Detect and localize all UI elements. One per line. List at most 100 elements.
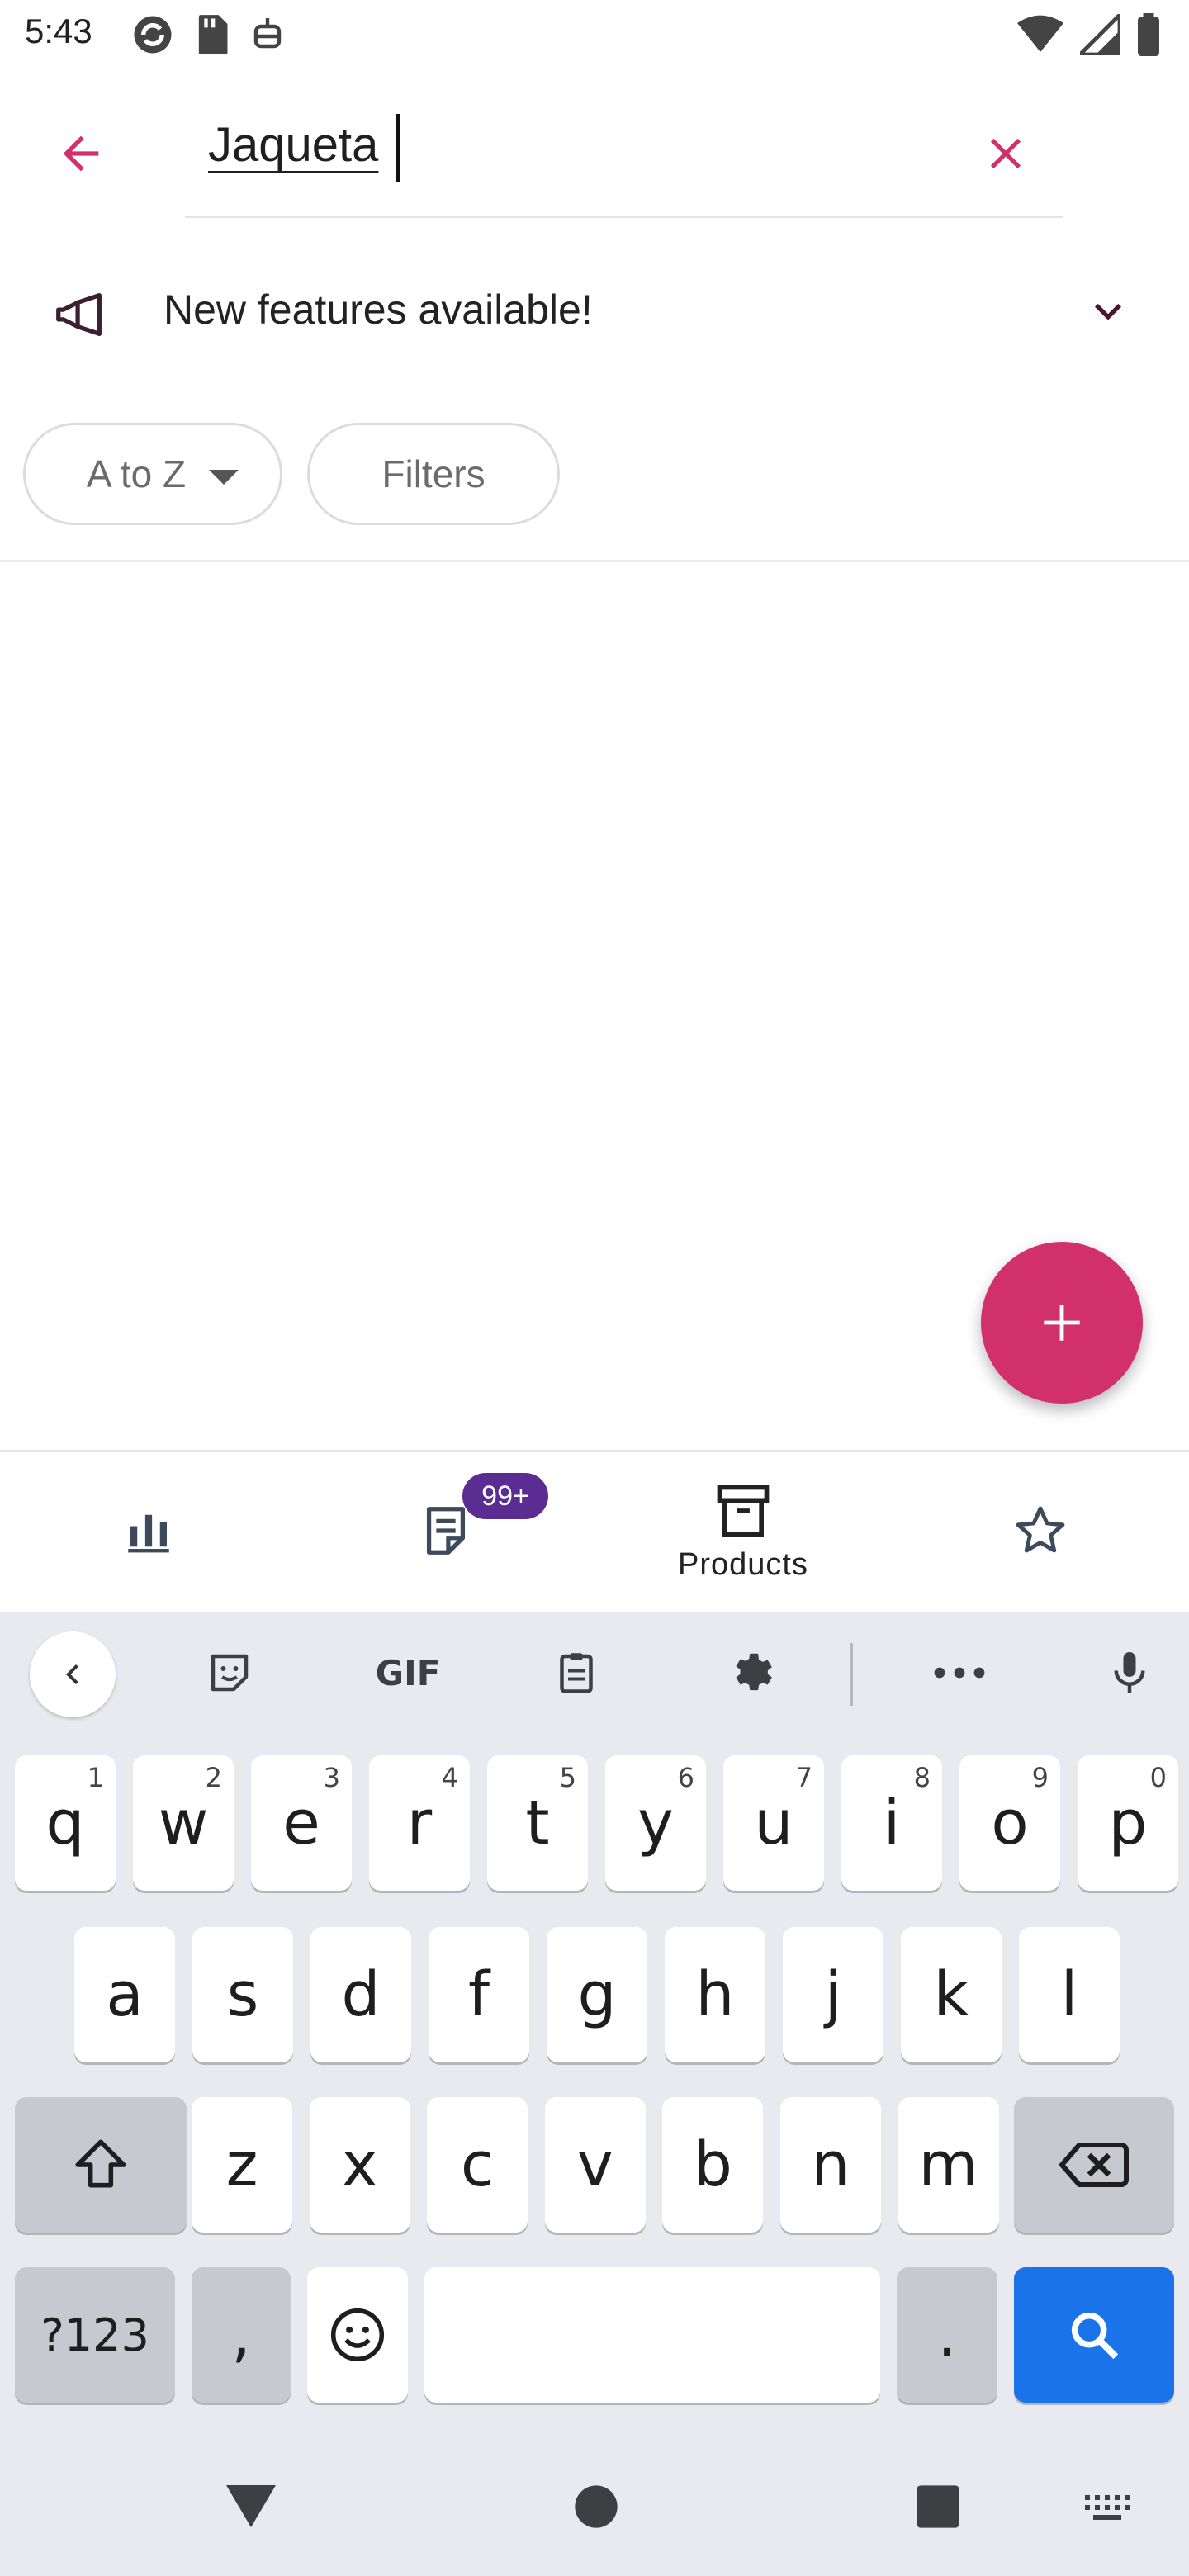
system-recents-button[interactable] — [915, 2484, 961, 2534]
emoji-key[interactable] — [307, 2267, 408, 2403]
key-t[interactable]: t5 — [487, 1755, 588, 1891]
expand-banner-button[interactable] — [1082, 285, 1135, 338]
nav-item-favorites[interactable] — [892, 1450, 1189, 1612]
key-label: l — [1060, 1959, 1078, 2030]
key-w[interactable]: w2 — [133, 1755, 234, 1891]
key-x[interactable]: x — [309, 2097, 410, 2233]
add-product-button[interactable] — [981, 1242, 1143, 1404]
keyboard-switcher-button[interactable] — [1083, 2493, 1133, 2527]
more-horizontal-icon — [934, 1667, 985, 1679]
key-e[interactable]: e3 — [251, 1755, 352, 1891]
key-label: x — [341, 2129, 378, 2200]
key-k[interactable]: k — [901, 1927, 1002, 2062]
keyboard-settings-button[interactable] — [708, 1631, 791, 1714]
key-y[interactable]: y6 — [605, 1755, 706, 1891]
sticker-icon — [211, 1654, 249, 1692]
text-cursor — [396, 114, 400, 182]
key-label: a — [106, 1959, 144, 2030]
filters-chip[interactable]: Filters — [307, 423, 560, 525]
comma-key[interactable]: , — [192, 2267, 291, 2403]
key-label: v — [576, 2129, 613, 2200]
key-z[interactable]: z — [192, 2097, 292, 2233]
key-q[interactable]: q1 — [15, 1755, 116, 1891]
key-f[interactable]: f — [429, 1927, 529, 2062]
search-input[interactable]: Jaqueta — [208, 117, 378, 173]
space-key[interactable] — [424, 2267, 880, 2403]
nav-item-products[interactable]: Products — [594, 1450, 892, 1612]
battery-icon — [1138, 13, 1159, 56]
key-c[interactable]: c — [427, 2097, 528, 2233]
period-key[interactable]: . — [897, 2267, 997, 2403]
key-label: y — [637, 1788, 674, 1859]
filters-chip-label: Filters — [381, 452, 486, 495]
key-label: w — [158, 1788, 209, 1859]
clipboard-icon — [560, 1653, 593, 1693]
key-label: f — [467, 1959, 490, 2030]
home-circle-icon — [575, 2485, 618, 2528]
key-hint: 4 — [441, 1762, 458, 1793]
key-label: k — [933, 1959, 969, 2030]
key-i[interactable]: i8 — [841, 1755, 942, 1891]
divider — [0, 560, 1189, 562]
archive-box-icon — [717, 1485, 770, 1537]
key-u[interactable]: u7 — [723, 1755, 824, 1891]
orders-icon — [426, 1507, 466, 1555]
sticker-button[interactable] — [188, 1631, 271, 1714]
shift-icon — [75, 2139, 126, 2188]
clipboard-button[interactable] — [535, 1631, 618, 1714]
key-m[interactable]: m — [898, 2097, 999, 2233]
shift-key[interactable] — [15, 2097, 187, 2233]
key-g[interactable]: g — [547, 1927, 647, 2062]
key-a[interactable]: a — [74, 1927, 175, 2062]
key-r[interactable]: r4 — [369, 1755, 470, 1891]
keyboard-icon — [1085, 2495, 1130, 2520]
search-key[interactable] — [1014, 2267, 1174, 2403]
key-n[interactable]: n — [780, 2097, 881, 2233]
key-l[interactable]: l — [1019, 1927, 1120, 2062]
key-o[interactable]: o9 — [959, 1755, 1060, 1891]
key-b[interactable]: b — [662, 2097, 764, 2233]
voice-input-button[interactable] — [1088, 1631, 1171, 1714]
key-label: h — [695, 1959, 735, 2030]
megaphone-icon — [51, 286, 109, 343]
key-label: s — [226, 1959, 259, 2030]
key-d[interactable]: d — [310, 1927, 411, 2062]
key-label: r — [406, 1788, 433, 1859]
search-icon — [1071, 2312, 1119, 2360]
key-hint: 1 — [87, 1762, 104, 1793]
sync-app-icon — [134, 16, 172, 54]
microphone-icon — [1114, 1652, 1145, 1693]
key-v[interactable]: v — [544, 2097, 646, 2233]
chevron-down-icon — [1095, 303, 1121, 320]
clear-search-button[interactable] — [964, 112, 1047, 195]
nav-item-orders[interactable] — [297, 1450, 594, 1612]
system-back-button[interactable] — [221, 2480, 281, 2534]
key-s[interactable]: s — [192, 1927, 293, 2062]
key-j[interactable]: j — [783, 1927, 883, 2062]
symbols-key[interactable]: ?123 — [15, 2267, 175, 2403]
chevron-left-icon — [66, 1664, 78, 1684]
nav-label-products: Products — [678, 1546, 808, 1582]
key-label: g — [577, 1959, 617, 2030]
key-label: d — [341, 1959, 381, 2030]
star-icon — [1016, 1506, 1065, 1553]
backspace-key[interactable] — [1014, 2097, 1174, 2233]
system-home-button[interactable] — [573, 2484, 619, 2534]
keyboard-collapse-button[interactable] — [30, 1631, 116, 1717]
key-p[interactable]: p0 — [1078, 1755, 1178, 1891]
status-system-icons — [1017, 13, 1161, 56]
key-label: p — [1108, 1788, 1148, 1859]
back-button[interactable] — [43, 116, 119, 192]
more-options-button[interactable] — [918, 1631, 1001, 1714]
triangle-back-icon — [226, 2485, 276, 2527]
nav-item-stats[interactable] — [0, 1450, 297, 1612]
key-h[interactable]: h — [665, 1927, 765, 2062]
orders-count-badge: 99+ — [462, 1473, 548, 1519]
bar-chart-icon — [128, 1514, 169, 1553]
square-recents-icon — [917, 2485, 959, 2528]
key-label: o — [991, 1788, 1029, 1859]
close-icon — [990, 138, 1021, 169]
gif-button[interactable]: GIF — [360, 1631, 456, 1714]
key-label: z — [225, 2129, 258, 2200]
sort-chip[interactable]: A to Z — [23, 423, 282, 525]
